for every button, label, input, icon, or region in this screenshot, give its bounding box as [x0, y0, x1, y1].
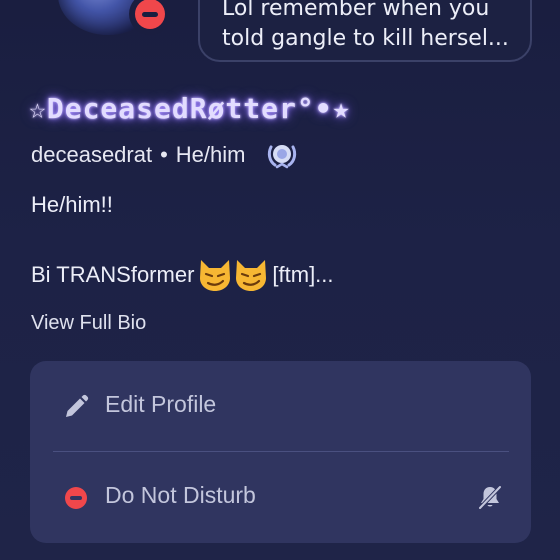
dnd-label: Do Not Disturb: [105, 482, 256, 508]
bio-suffix: [ftm]...: [272, 262, 334, 287]
laurel-badge-icon[interactable]: [263, 138, 301, 172]
dnd-status-icon: [63, 485, 89, 511]
username-line: deceasedrat • He/him: [31, 138, 301, 172]
bio-line: He/him!!: [31, 192, 113, 217]
dnd-status-icon: [135, 0, 165, 29]
dnd-status-indicator: [129, 0, 171, 35]
status-do-not-disturb-button[interactable]: Do Not Disturb: [30, 452, 531, 542]
custom-status-line: told gangle to kill hersel...: [222, 26, 509, 51]
pencil-icon: [63, 394, 89, 420]
edit-profile-button[interactable]: Edit Profile: [30, 361, 531, 451]
username: deceasedrat: [31, 142, 153, 167]
pronouns: He/him: [175, 142, 246, 167]
display-name: ☆DeceasedRøtter°•★: [29, 92, 351, 125]
bell-off-icon: [477, 484, 503, 510]
view-full-bio-link[interactable]: View Full Bio: [31, 312, 146, 335]
bio-line: Bi TRANSformer [ftm]...: [31, 258, 334, 292]
custom-status-text: Lol remember when you told gangle to kill…: [222, 0, 530, 54]
bio-text: Bi TRANSformer: [31, 262, 195, 287]
custom-status-line: Lol remember when you: [222, 0, 490, 21]
edit-profile-label: Edit Profile: [105, 391, 217, 417]
custom-status-bubble[interactable]: Lol remember when you told gangle to kill…: [198, 0, 532, 62]
smirking-cat-emoji: [197, 258, 269, 292]
profile-actions-card: Edit Profile Do Not Disturb: [30, 361, 531, 543]
separator-dot: •: [160, 142, 168, 167]
